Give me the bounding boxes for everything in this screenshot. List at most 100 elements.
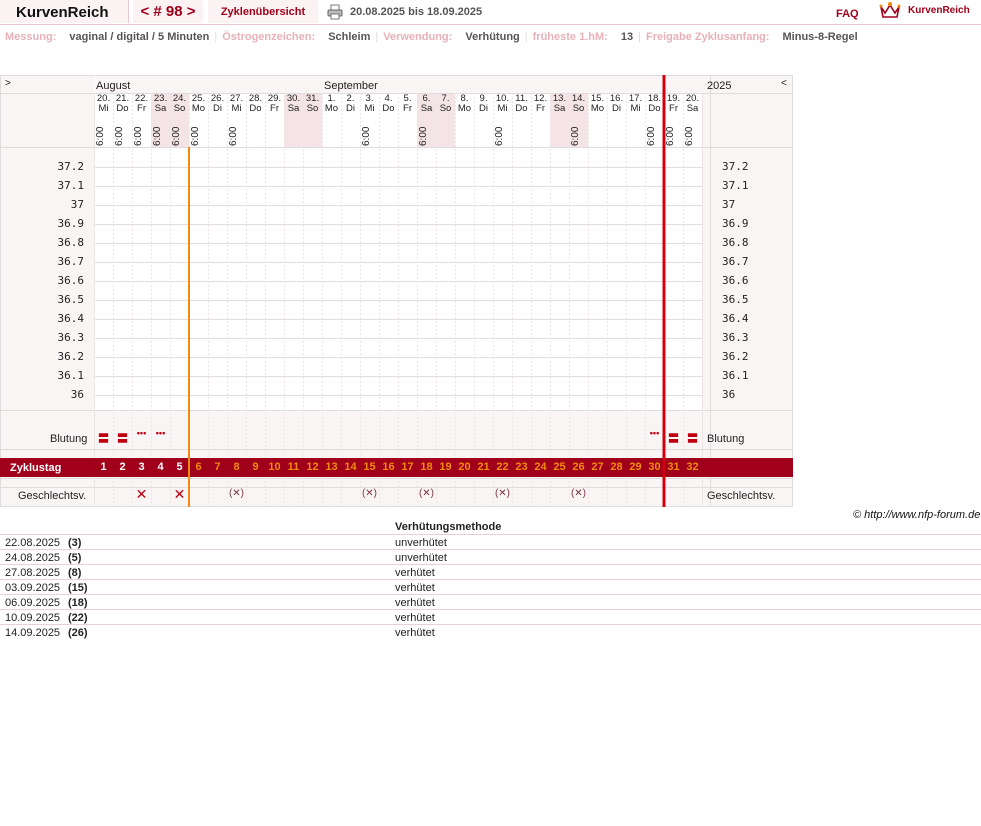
day-column-header[interactable]: 13. Sa — [550, 94, 569, 146]
cycle-day-number[interactable]: 14 — [341, 458, 360, 477]
cycle-day-number[interactable]: 28 — [607, 458, 626, 477]
intercourse-protected-icon[interactable]: (✕) — [569, 488, 588, 499]
cycle-day-number[interactable]: 12 — [303, 458, 322, 477]
cycle-day-number[interactable]: 32 — [683, 458, 702, 477]
weekday: Do — [648, 102, 661, 114]
temp-label-left: 36.6 — [57, 274, 85, 287]
brand-text[interactable]: KurvenReich — [908, 5, 970, 16]
cycle-day-number[interactable]: 4 — [151, 458, 170, 477]
row-method: unverhütet — [395, 537, 447, 549]
day-column-header[interactable]: 3. Mi 6:00 — [360, 94, 379, 146]
day-column-header[interactable]: 8. Mo — [455, 94, 474, 146]
cycle-day-number[interactable]: 25 — [550, 458, 569, 477]
day-column-header[interactable]: 19. Fr 6:00 — [664, 94, 683, 146]
day-column-header[interactable]: 21. Do 6:00 — [113, 94, 132, 146]
cycle-day-number[interactable]: 21 — [474, 458, 493, 477]
bleeding-marker[interactable]: ••• — [151, 428, 170, 438]
row-cycle-day: (8) — [68, 567, 82, 579]
cycle-day-number[interactable]: 19 — [436, 458, 455, 477]
printer-icon[interactable] — [327, 4, 343, 20]
bleeding-marker[interactable]: ••• — [645, 428, 664, 438]
day-column-header[interactable]: 24. So 6:00 — [170, 94, 189, 146]
cycle-day-number[interactable]: 13 — [322, 458, 341, 477]
intercourse-protected-icon[interactable]: (✕) — [417, 488, 436, 499]
day-column-header[interactable]: 4. Do — [379, 94, 398, 146]
logo-box[interactable]: KurvenReich — [0, 0, 129, 23]
cycle-day-number[interactable]: 22 — [493, 458, 512, 477]
tab-cycle-overview[interactable]: Zyklenübersicht — [208, 0, 318, 23]
day-column-header[interactable]: 7. So — [436, 94, 455, 146]
cycle-day-number[interactable]: 26 — [569, 458, 588, 477]
intercourse-protected-icon[interactable]: (✕) — [227, 488, 246, 499]
bleeding-marker[interactable]: 〓 — [94, 430, 113, 446]
cycle-day-number[interactable]: 27 — [588, 458, 607, 477]
month-label-august: August — [96, 80, 131, 92]
weekday: Mi — [630, 102, 641, 114]
day-column-header[interactable]: 17. Mi — [626, 94, 645, 146]
day-column-header[interactable]: 23. Sa 6:00 — [151, 94, 170, 146]
cycle-day-number[interactable]: 7 — [208, 458, 227, 477]
cycle-day-number[interactable]: 24 — [531, 458, 550, 477]
settings-separator: | — [214, 31, 218, 43]
bleeding-marker[interactable]: ••• — [132, 428, 151, 438]
chart-prev-arrow[interactable]: > — [5, 78, 11, 89]
bleeding-marker[interactable]: 〓 — [664, 430, 683, 446]
day-column-header[interactable]: 6. Sa 6:00 — [417, 94, 436, 146]
cycle-day-number[interactable]: 1 — [94, 458, 113, 477]
weekday: Mo — [324, 102, 339, 114]
cycle-day-number[interactable]: 9 — [246, 458, 265, 477]
cycle-day-number[interactable]: 23 — [512, 458, 531, 477]
chart-next-arrow[interactable]: < — [781, 78, 787, 89]
faq-link[interactable]: FAQ — [836, 8, 859, 20]
day-column-header[interactable]: 20. Sa 6:00 — [683, 94, 702, 146]
day-column-header[interactable]: 28. Do — [246, 94, 265, 146]
day-column-header[interactable]: 2. Di — [341, 94, 360, 146]
cycle-day-number[interactable]: 31 — [664, 458, 683, 477]
day-column-header[interactable]: 27. Mi 6:00 — [227, 94, 246, 146]
day-column-header[interactable]: 15. Mo — [588, 94, 607, 146]
bleeding-marker[interactable]: 〓 — [683, 430, 702, 446]
day-column-header[interactable]: 1. Mo — [322, 94, 341, 146]
day-column-header[interactable]: 22. Fr 6:00 — [132, 94, 151, 146]
day-column-header[interactable]: 14. So 6:00 — [569, 94, 588, 146]
intercourse-protected-icon[interactable]: (✕) — [360, 488, 379, 499]
cycle-day-number[interactable]: 11 — [284, 458, 303, 477]
intercourse-unprotected-icon[interactable]: ✕ — [132, 486, 151, 503]
weekday: So — [572, 102, 585, 114]
day-column-header[interactable]: 29. Fr — [265, 94, 284, 146]
intercourse-protected-icon[interactable]: (✕) — [493, 488, 512, 499]
cycle-day-number[interactable]: 18 — [417, 458, 436, 477]
day-column-header[interactable]: 9. Di — [474, 94, 493, 146]
day-column-header[interactable]: 16. Di — [607, 94, 626, 146]
cycle-day-number[interactable]: 30 — [645, 458, 664, 477]
weekday: Mo — [457, 102, 472, 114]
cycle-day-number[interactable]: 15 — [360, 458, 379, 477]
cycle-day-number[interactable]: 6 — [189, 458, 208, 477]
day-column-header[interactable]: 12. Fr — [531, 94, 550, 146]
cycle-day-number[interactable]: 10 — [265, 458, 284, 477]
cycle-day-number[interactable]: 3 — [132, 458, 151, 477]
day-column-header[interactable]: 26. Di — [208, 94, 227, 146]
day-column-header[interactable]: 25. Mo 6:00 — [189, 94, 208, 146]
cycle-day-number[interactable]: 16 — [379, 458, 398, 477]
day-column-header[interactable]: 30. Sa — [284, 94, 303, 146]
day-column-header[interactable]: 20. Mi 6:00 — [94, 94, 113, 146]
cycle-day-number[interactable]: 20 — [455, 458, 474, 477]
cycle-day-number[interactable]: 5 — [170, 458, 189, 477]
copyright-link[interactable]: © http://www.nfp-forum.de — [853, 509, 980, 521]
day-column-header[interactable]: 31. So — [303, 94, 322, 146]
crown-heart-icon[interactable] — [879, 1, 901, 19]
day-column-header[interactable]: 10. Mi 6:00 — [493, 94, 512, 146]
day-column-header[interactable]: 5. Fr — [398, 94, 417, 146]
intercourse-unprotected-icon[interactable]: ✕ — [170, 486, 189, 503]
cycle-day-number[interactable]: 17 — [398, 458, 417, 477]
bleeding-marker[interactable]: 〓 — [113, 430, 132, 446]
weekday: Sa — [287, 102, 300, 114]
measure-time: 6:00 — [114, 126, 125, 146]
cycle-day-number[interactable]: 8 — [227, 458, 246, 477]
cycle-day-number[interactable]: 29 — [626, 458, 645, 477]
cycle-day-number[interactable]: 2 — [113, 458, 132, 477]
day-column-header[interactable]: 18. Do 6:00 — [645, 94, 664, 146]
day-column-header[interactable]: 11. Do — [512, 94, 531, 146]
cycle-navigation[interactable]: < # 98 > — [133, 0, 203, 23]
